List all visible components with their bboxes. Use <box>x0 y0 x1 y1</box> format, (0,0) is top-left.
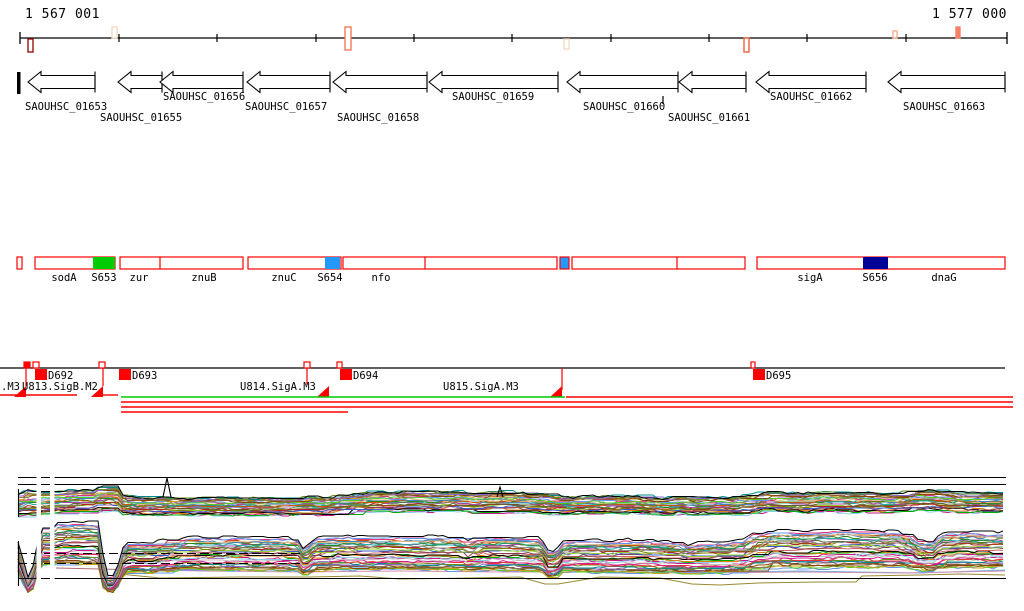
gene-label: SAOUHSC_01659 <box>452 91 534 103</box>
gene-arrow[interactable] <box>332 70 428 94</box>
feature-label: S653 <box>91 272 116 284</box>
u-region-triangle[interactable] <box>550 386 562 397</box>
coordinate-ruler: 1 567 001 1 577 000 <box>19 7 1008 53</box>
data-gap <box>36 462 41 600</box>
signal-site-mark[interactable] <box>98 361 106 369</box>
gene-label: SAOUHSC_01661 <box>668 112 750 124</box>
d-flag[interactable] <box>340 369 352 380</box>
genome-browser-view: 1 567 001 1 577 000 SAOUHSC_01653 SAOUHSC… <box>0 0 1024 611</box>
d-flag-label: D695 <box>766 370 791 382</box>
gene-label: SAOUHSC_01657 <box>245 101 327 113</box>
gene-label: SAOUHSC_01658 <box>337 112 419 124</box>
feature-label: zur <box>130 272 149 284</box>
feature-box[interactable] <box>571 256 746 270</box>
feature-box[interactable] <box>342 256 558 270</box>
d-flag-label: D693 <box>132 370 157 382</box>
signal-site-mark[interactable] <box>23 361 31 369</box>
d-flag-label: D694 <box>353 370 378 382</box>
gene-arrow[interactable] <box>27 70 96 94</box>
u-region-label: U814.SigA.M3 <box>240 381 316 393</box>
gene-label: SAOUHSC_01663 <box>903 101 985 113</box>
signal-site-mark[interactable] <box>32 361 40 369</box>
ruler-start-label: 1 567 001 <box>25 7 100 22</box>
gene-arrow[interactable] <box>246 70 331 94</box>
d-flag[interactable] <box>119 369 131 380</box>
ruler-feature-marker <box>111 26 118 39</box>
gene-arrow[interactable] <box>755 70 867 94</box>
signal-flag-track: D692 D693 D694 D695.M3 U813.SigB.M2 U814.SigA… <box>0 361 1013 413</box>
signal-site-mark[interactable] <box>336 361 343 369</box>
plot-annotation <box>162 477 172 498</box>
feature-label: S656 <box>862 272 887 284</box>
d-flag[interactable] <box>753 369 765 380</box>
gene-arrow[interactable] <box>678 70 747 94</box>
gene-arrow[interactable] <box>428 70 559 94</box>
feature-label: dnaG <box>931 272 956 284</box>
gene-arrow[interactable] <box>117 70 163 94</box>
feature-sub-box[interactable] <box>863 257 888 269</box>
gene-arrow[interactable] <box>159 70 244 94</box>
feature-label: znuB <box>191 272 216 284</box>
ruler-feature-marker <box>955 26 961 39</box>
truncated-gene-bar <box>17 72 21 94</box>
gene-label: SAOUHSC_01653 <box>25 101 107 113</box>
ruler-feature-marker <box>27 38 34 53</box>
expression-profile-plot <box>17 462 1006 600</box>
ruler-feature-marker <box>743 37 750 53</box>
feature-sub-box[interactable] <box>325 257 340 269</box>
gene-label: SAOUHSC_01655 <box>100 112 182 124</box>
u-region-triangle[interactable] <box>317 386 329 397</box>
gene-arrow[interactable] <box>887 70 1006 94</box>
ruler-feature-marker <box>344 26 352 51</box>
signal-site-mark[interactable] <box>303 361 311 369</box>
u-region-label: .M3 <box>1 381 20 393</box>
straggler-trace <box>119 573 1006 586</box>
gene-arrow[interactable] <box>566 70 679 94</box>
feature-sub-box[interactable] <box>93 257 115 269</box>
data-gap <box>50 462 55 600</box>
feature-label: sodA <box>51 272 77 284</box>
gene-label: SAOUHSC_01660 <box>583 101 665 113</box>
annotated-feature-track: sodA S653 zur znuB znuC S654 nfo sigA S656 dnaG <box>16 256 1006 284</box>
signal-site-mark[interactable] <box>750 361 756 369</box>
ruler-end-label: 1 577 000 <box>932 7 1007 22</box>
feature-box[interactable] <box>559 256 570 270</box>
feature-label: znuC <box>271 272 296 284</box>
ruler-feature-marker <box>563 38 570 50</box>
gene-label: SAOUHSC_01656 <box>163 91 245 103</box>
gene-arrow-track: SAOUHSC_01653SAOUHSC_01655SAOUHSC_01656S… <box>17 70 1006 124</box>
feature-label: nfo <box>372 272 391 284</box>
u-region-label: U813.SigB.M2 <box>22 381 98 393</box>
feature-box[interactable] <box>16 256 23 270</box>
feature-box[interactable] <box>119 256 244 270</box>
feature-label: sigA <box>797 272 823 284</box>
d-flag[interactable] <box>35 369 47 380</box>
gene-label: SAOUHSC_01662 <box>770 91 852 103</box>
ruler-feature-marker <box>892 30 898 39</box>
u-region-label: U815.SigA.M3 <box>443 381 519 393</box>
feature-label: S654 <box>317 272 342 284</box>
